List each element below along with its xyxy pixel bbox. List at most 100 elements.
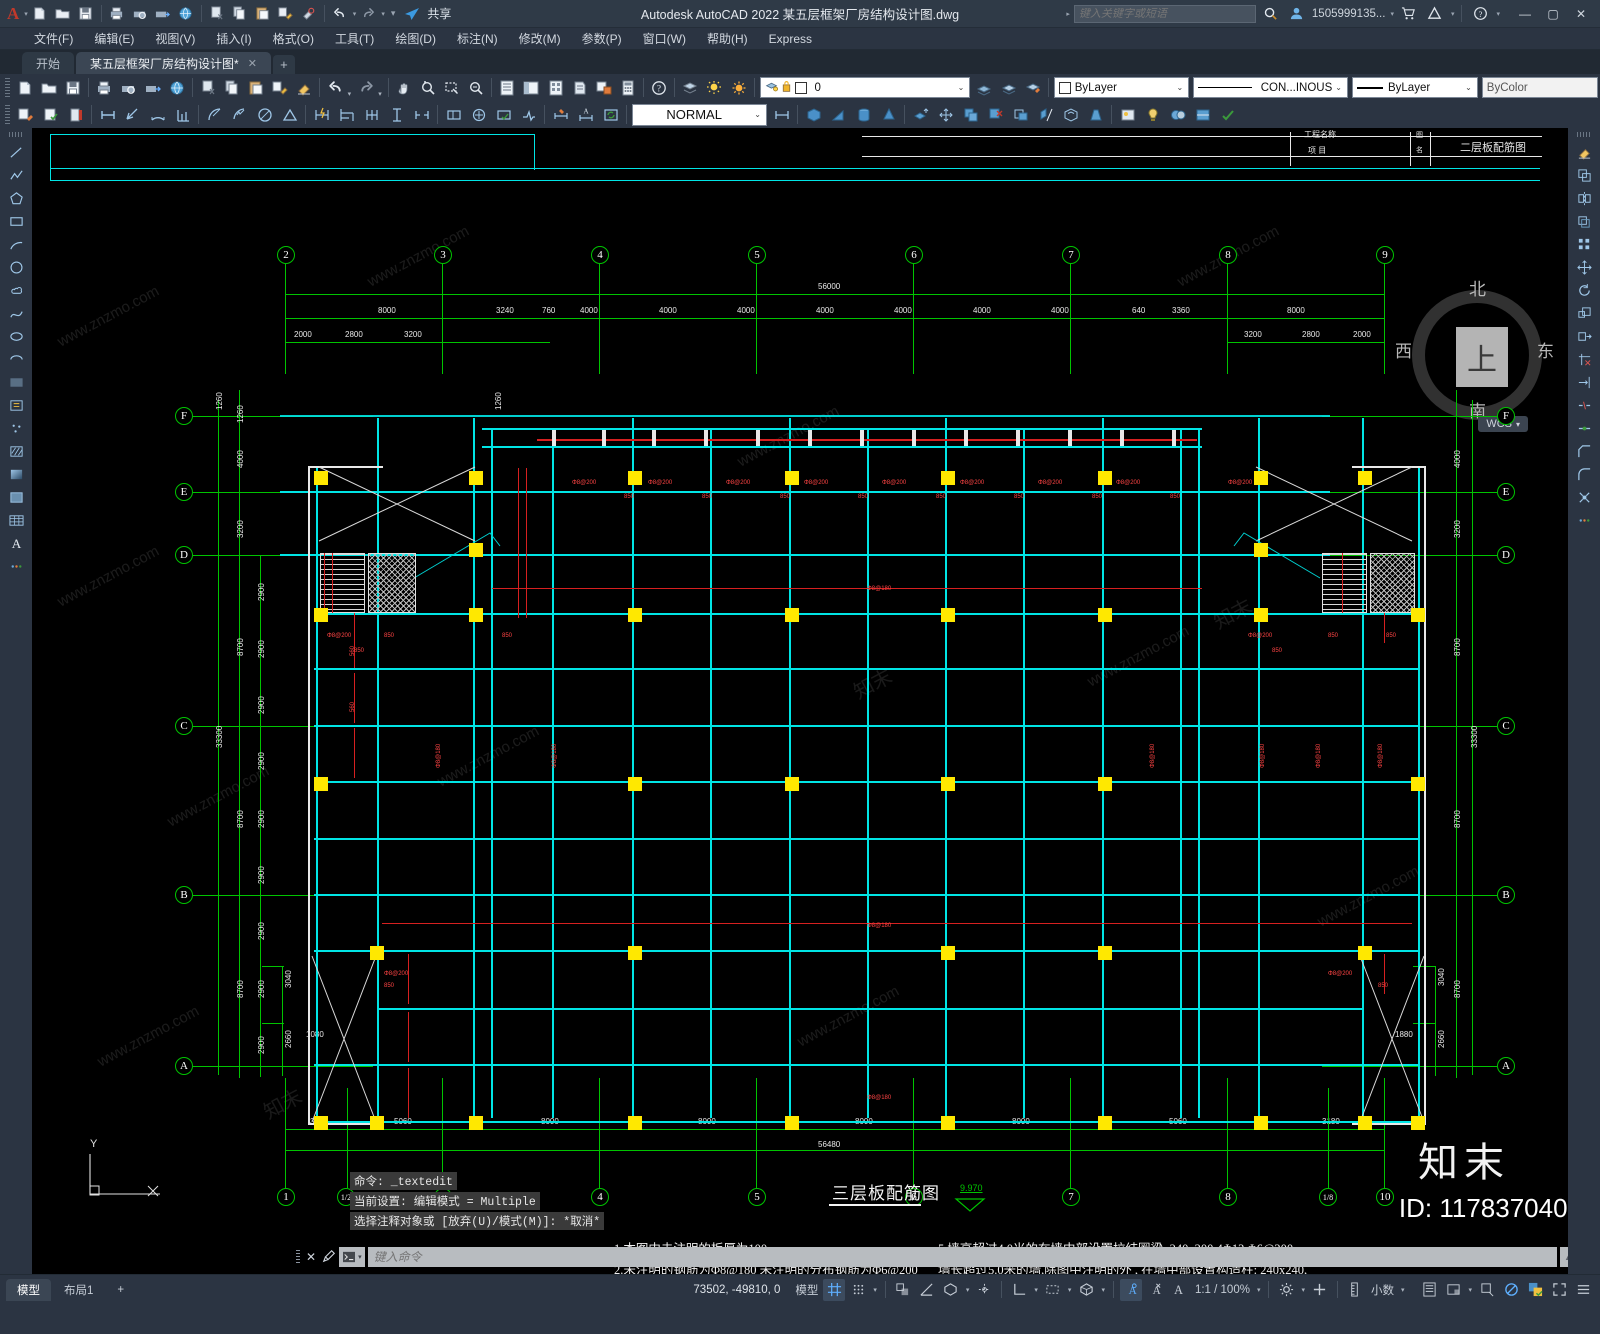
grid-bubble-top[interactable]: 8 bbox=[1219, 246, 1237, 264]
search-expand-caret[interactable]: ▸ bbox=[1066, 10, 1070, 18]
application-menu-button[interactable]: A bbox=[4, 4, 22, 24]
search-input[interactable] bbox=[1078, 7, 1251, 20]
layer-make-current-icon[interactable] bbox=[996, 76, 1020, 99]
workspace-gear-icon[interactable] bbox=[1275, 1279, 1297, 1301]
dynamic-ucs-caret[interactable]: ▾ bbox=[1066, 1286, 1074, 1294]
status-menu-icon[interactable] bbox=[1572, 1279, 1594, 1301]
new-icon[interactable] bbox=[13, 76, 37, 99]
menu-view[interactable]: 视图(V) bbox=[145, 28, 205, 49]
copy-object-icon[interactable] bbox=[1572, 164, 1596, 186]
publish-web-icon[interactable] bbox=[175, 3, 197, 25]
grid-bubble-top[interactable]: 6 bbox=[905, 246, 923, 264]
3d-nav-toggle[interactable] bbox=[1075, 1279, 1097, 1301]
render-icon[interactable] bbox=[1115, 103, 1140, 126]
point-icon[interactable] bbox=[4, 417, 28, 439]
grid-bubble-top[interactable]: 2 bbox=[277, 246, 295, 264]
grid-bubble-top[interactable]: 7 bbox=[1062, 246, 1080, 264]
pan-icon[interactable] bbox=[392, 76, 416, 99]
arc-icon[interactable] bbox=[4, 233, 28, 255]
copy-icon[interactable] bbox=[229, 3, 251, 25]
paste-icon[interactable] bbox=[252, 3, 274, 25]
chamfer-icon[interactable] bbox=[1572, 440, 1596, 462]
search-field[interactable] bbox=[1073, 4, 1256, 23]
break-icon[interactable] bbox=[1572, 394, 1596, 416]
solid-wedge-icon[interactable] bbox=[826, 103, 851, 126]
menu-window[interactable]: 窗口(W) bbox=[633, 28, 696, 49]
scale-caret[interactable]: ▾ bbox=[1255, 1286, 1263, 1294]
dim-baseline-icon[interactable] bbox=[334, 103, 359, 126]
menu-edit[interactable]: 编辑(E) bbox=[84, 28, 144, 49]
explode-icon[interactable] bbox=[1572, 486, 1596, 508]
layer-sun-icon[interactable] bbox=[726, 76, 750, 99]
isodraft-toggle[interactable] bbox=[940, 1279, 962, 1301]
move-icon[interactable] bbox=[1572, 256, 1596, 278]
isodraft-caret[interactable]: ▾ bbox=[964, 1286, 972, 1294]
hatch-icon[interactable] bbox=[4, 440, 28, 462]
account-icon[interactable] bbox=[1286, 3, 1308, 25]
snap-caret[interactable]: ▾ bbox=[871, 1286, 879, 1294]
plot-batch-icon[interactable] bbox=[152, 3, 174, 25]
autoscale-toggle[interactable]: A bbox=[1144, 1279, 1166, 1301]
grid-bubble-top[interactable]: 3 bbox=[434, 246, 452, 264]
materials-icon[interactable] bbox=[1165, 103, 1190, 126]
grid-bubble-bottom[interactable]: 7 bbox=[1062, 1188, 1080, 1206]
designcenter-icon[interactable] bbox=[519, 76, 543, 99]
new-tab-button[interactable]: + bbox=[272, 55, 295, 74]
layout1-tab[interactable]: 布局1 bbox=[53, 1279, 104, 1301]
open-icon[interactable] bbox=[37, 76, 61, 99]
rectangle-icon[interactable] bbox=[4, 210, 28, 232]
qat-customize-caret[interactable]: ▾ bbox=[391, 8, 396, 19]
polyline-icon[interactable] bbox=[4, 164, 28, 186]
add-layout-button[interactable]: + bbox=[106, 1281, 135, 1299]
cut-icon-2[interactable] bbox=[196, 76, 220, 99]
command-bar-grip[interactable] bbox=[296, 1249, 300, 1265]
dim-text-edit-icon[interactable]: A bbox=[573, 103, 598, 126]
dim-aligned-icon[interactable] bbox=[120, 103, 145, 126]
solid-box-icon[interactable] bbox=[801, 103, 826, 126]
line-icon[interactable] bbox=[4, 141, 28, 163]
markup-icon[interactable] bbox=[592, 76, 616, 99]
shell-icon[interactable] bbox=[1058, 103, 1083, 126]
tolerance-icon[interactable] bbox=[441, 103, 466, 126]
extrude-icon[interactable] bbox=[908, 103, 933, 126]
grid-bubble-bottom[interactable]: 10 bbox=[1376, 1188, 1394, 1206]
grid-bubble-left[interactable]: A bbox=[175, 1057, 193, 1075]
grid-bubble-top[interactable]: 5 bbox=[748, 246, 766, 264]
units-caret[interactable]: ▾ bbox=[1399, 1286, 1407, 1294]
rail-grip-right[interactable] bbox=[1577, 132, 1591, 137]
share-label[interactable]: 共享 bbox=[427, 5, 451, 22]
grid-bubble-right[interactable]: E bbox=[1497, 483, 1515, 501]
grid-bubble-right[interactable]: A bbox=[1497, 1057, 1515, 1075]
otrack-toggle[interactable] bbox=[973, 1279, 995, 1301]
coordinates-display[interactable]: 73502, -49810, 0 bbox=[693, 1284, 790, 1296]
slice-icon[interactable] bbox=[1033, 103, 1058, 126]
spellcheck-icon[interactable] bbox=[38, 103, 63, 126]
sheetset-icon[interactable] bbox=[568, 76, 592, 99]
dimstyle-control[interactable]: NORMAL ⌄ bbox=[632, 103, 767, 126]
stretch-icon[interactable] bbox=[1572, 325, 1596, 347]
layer-lock-icon[interactable] bbox=[781, 80, 792, 96]
search-icon[interactable] bbox=[1260, 3, 1282, 25]
minimize-button[interactable]: — bbox=[1512, 3, 1538, 25]
help-icon-2[interactable]: ? bbox=[647, 76, 671, 99]
intersect-icon[interactable] bbox=[1008, 103, 1033, 126]
text-icon[interactable]: A bbox=[4, 532, 28, 554]
undo-icon-2[interactable] bbox=[323, 76, 347, 99]
undo-icon[interactable] bbox=[329, 3, 351, 25]
color-control[interactable]: ByLayer ⌄ bbox=[1053, 77, 1190, 98]
redo-icon[interactable] bbox=[357, 3, 379, 25]
grid-bubble-right[interactable]: F bbox=[1497, 407, 1515, 425]
dim-inspect-icon[interactable] bbox=[491, 103, 516, 126]
chevron-down-icon-color[interactable]: ⌄ bbox=[1174, 83, 1187, 92]
isolate-objects-icon[interactable] bbox=[1476, 1279, 1498, 1301]
account-name[interactable]: 1505999135... bbox=[1312, 8, 1386, 20]
lights-icon[interactable] bbox=[1140, 103, 1165, 126]
preview-icon[interactable] bbox=[116, 76, 140, 99]
linetype-control[interactable]: CON...INOUS ⌄ bbox=[1193, 77, 1348, 98]
chevron-down-icon-lweight[interactable]: ⌄ bbox=[1462, 83, 1475, 92]
menu-dimension[interactable]: 标注(N) bbox=[447, 28, 508, 49]
scale-icon[interactable] bbox=[1572, 302, 1596, 324]
command-close-icon[interactable]: ✕ bbox=[303, 1250, 319, 1264]
dim-update-icon[interactable] bbox=[598, 103, 623, 126]
application-menu-caret[interactable]: ▾ bbox=[24, 10, 28, 18]
